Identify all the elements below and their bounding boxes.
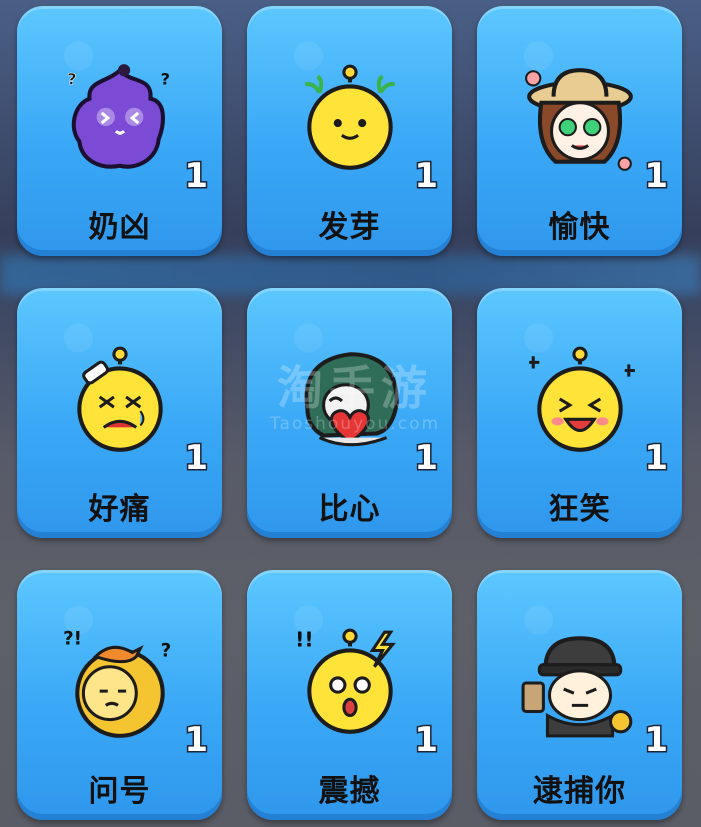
heart-gesture-icon — [304, 352, 399, 447]
emote-count: 1 — [643, 437, 670, 480]
emote-card-zhenhan[interactable]: !! 1 震撼 — [247, 570, 452, 820]
emote-name: 震撼 — [318, 774, 381, 809]
emote-card-bixin[interactable]: 1 比心 — [247, 288, 452, 538]
emote-name: 好痛 — [88, 492, 151, 527]
emote-name: 发芽 — [318, 210, 381, 245]
emote-card-kuangxiao[interactable]: 1 狂笑 — [477, 288, 682, 538]
emote-count: 1 — [413, 155, 440, 198]
emote-name: 问号 — [88, 774, 151, 809]
emote-count: 1 — [183, 155, 210, 198]
emote-name: 比心 — [318, 492, 381, 527]
svg-text:!!: !! — [295, 627, 314, 651]
emote-count: 1 — [183, 437, 210, 480]
emote-name: 逮捕你 — [533, 774, 626, 809]
emote-card-naixiong[interactable]: ? ? 1 奶凶 — [17, 6, 222, 256]
emote-card-daibuni[interactable]: 1 逮捕你 — [477, 570, 682, 820]
emote-count: 1 — [183, 719, 210, 762]
detective-arrest-icon — [521, 636, 633, 738]
svg-text:?: ? — [161, 69, 170, 88]
svg-text:?: ? — [161, 641, 172, 662]
svg-text:?: ? — [67, 69, 76, 88]
shocked-bean-icon: !! — [295, 627, 396, 734]
question-bird-icon: ?! ? — [63, 628, 172, 738]
emote-name: 狂笑 — [548, 492, 611, 527]
emote-count: 1 — [643, 719, 670, 762]
emote-card-faya[interactable]: 1 发芽 — [247, 6, 452, 256]
emote-count: 1 — [413, 437, 440, 480]
emote-card-wenhao[interactable]: ?! ? 1 问号 — [17, 570, 222, 820]
crying-bandaid-icon — [77, 346, 163, 452]
emote-count: 1 — [643, 155, 670, 198]
happy-girl-hat-icon — [525, 68, 633, 171]
purple-flame-pout-icon: ? ? — [67, 64, 170, 169]
emote-count: 1 — [413, 719, 440, 762]
emote-name: 愉快 — [548, 210, 611, 245]
emote-card-yukuai[interactable]: 1 愉快 — [477, 6, 682, 256]
laughing-bean-icon — [529, 346, 635, 452]
emote-name: 奶凶 — [88, 210, 151, 245]
svg-text:?!: ?! — [63, 628, 82, 649]
emote-card-haotong[interactable]: 1 好痛 — [17, 288, 222, 538]
sprouting-bean-icon — [304, 64, 396, 170]
